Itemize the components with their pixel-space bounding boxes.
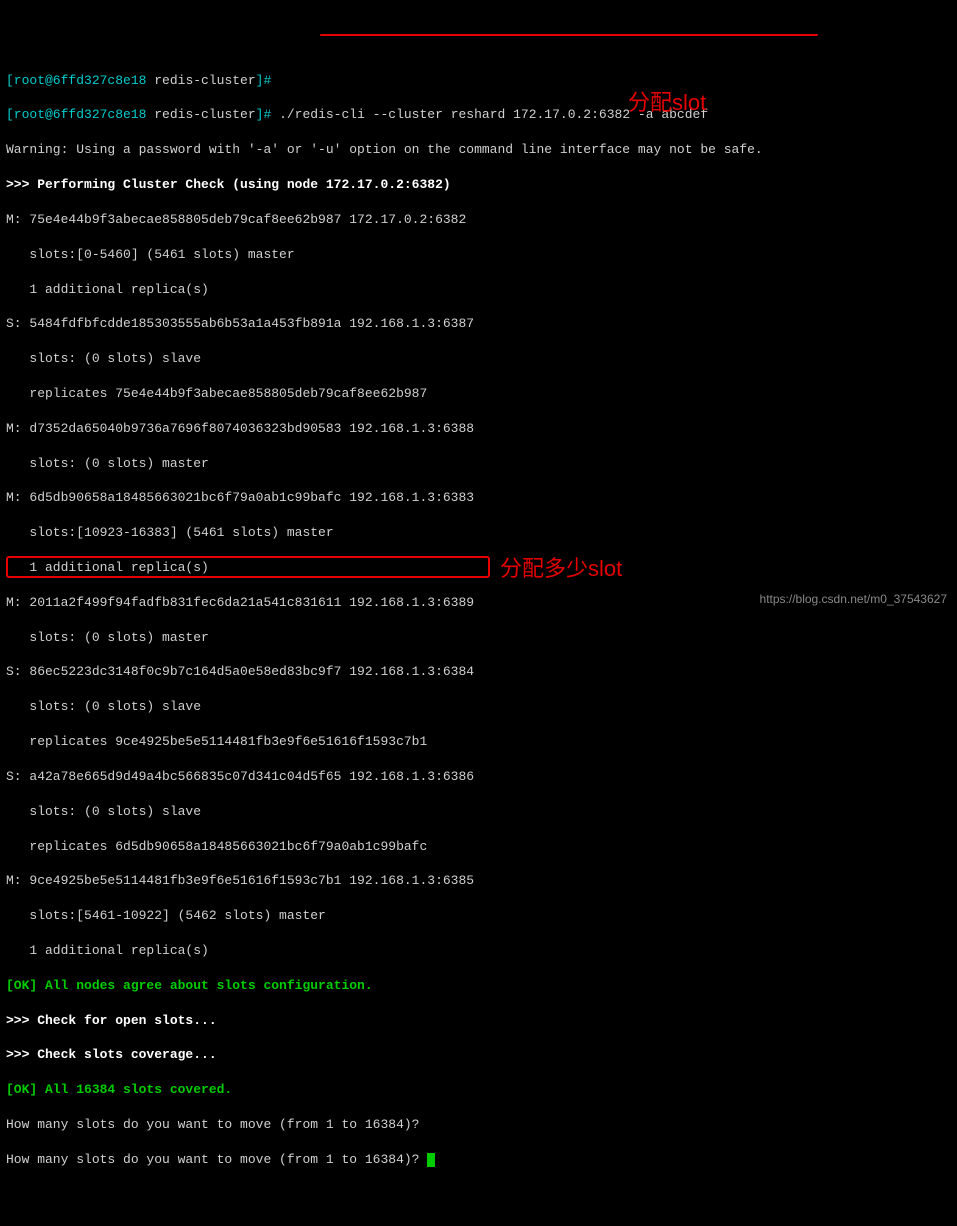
node-line: S: a42a78e665d9d49a4bc566835c07d341c04d5… bbox=[6, 768, 951, 785]
node-line: replicates 75e4e44b9f3abecae858805deb79c… bbox=[6, 385, 951, 402]
node-line: replicates 9ce4925be5e5114481fb3e9f6e516… bbox=[6, 733, 951, 750]
node-line: slots: (0 slots) master bbox=[6, 455, 951, 472]
node-line: 1 additional replica(s) bbox=[6, 281, 951, 298]
node-line: slots: (0 slots) slave bbox=[6, 350, 951, 367]
question-input-prompt[interactable]: How many slots do you want to move (from… bbox=[6, 1152, 427, 1167]
node-line: slots: (0 slots) slave bbox=[6, 698, 951, 715]
terminal-cursor bbox=[427, 1153, 435, 1167]
prompt-dir: redis-cluster bbox=[154, 107, 255, 122]
ok-line: [OK] All nodes agree about slots configu… bbox=[6, 977, 951, 994]
check-header: >>> Performing Cluster Check (using node… bbox=[6, 176, 951, 193]
node-line: slots:[5461-10922] (5462 slots) master bbox=[6, 907, 951, 924]
node-line: 1 additional replica(s) bbox=[6, 942, 951, 959]
node-line: S: 86ec5223dc3148f0c9b7c164d5a0e58ed83bc… bbox=[6, 663, 951, 680]
warning-line: Warning: Using a password with '-a' or '… bbox=[6, 141, 951, 158]
underline-annotation bbox=[320, 34, 818, 36]
node-line: M: 75e4e44b9f3abecae858805deb79caf8ee62b… bbox=[6, 211, 951, 228]
annotation-label: 分配slot bbox=[628, 88, 706, 117]
node-line: S: 5484fdfbfcdde185303555ab6b53a1a453fb8… bbox=[6, 315, 951, 332]
node-line: M: d7352da65040b9736a7696f8074036323bd90… bbox=[6, 420, 951, 437]
node-line: slots: (0 slots) slave bbox=[6, 803, 951, 820]
prompt-end: ]# bbox=[256, 107, 279, 122]
prompt-user-host: [root@6ffd327c8e18 bbox=[6, 107, 154, 122]
watermark-text: https://blog.csdn.net/m0_37543627 bbox=[760, 591, 947, 607]
highlight-box bbox=[6, 556, 490, 578]
annotation-label: 分配多少slot bbox=[500, 554, 622, 583]
node-line: slots: (0 slots) master bbox=[6, 629, 951, 646]
node-line: slots:[0-5460] (5461 slots) master bbox=[6, 246, 951, 263]
node-line: M: 9ce4925be5e5114481fb3e9f6e51616f1593c… bbox=[6, 872, 951, 889]
prompt-dir: redis-cluster bbox=[154, 73, 255, 88]
node-line: slots:[10923-16383] (5461 slots) master bbox=[6, 524, 951, 541]
ok-line: [OK] All 16384 slots covered. bbox=[6, 1081, 951, 1098]
node-line: replicates 6d5db90658a18485663021bc6f79a… bbox=[6, 838, 951, 855]
check-open-slots: >>> Check for open slots... bbox=[6, 1012, 951, 1029]
prompt-end: ]# bbox=[256, 73, 279, 88]
check-slots-coverage: >>> Check slots coverage... bbox=[6, 1046, 951, 1063]
question-line: How many slots do you want to move (from… bbox=[6, 1116, 951, 1133]
prompt-user-host: [root@6ffd327c8e18 bbox=[6, 73, 154, 88]
node-line: M: 6d5db90658a18485663021bc6f79a0ab1c99b… bbox=[6, 489, 951, 506]
